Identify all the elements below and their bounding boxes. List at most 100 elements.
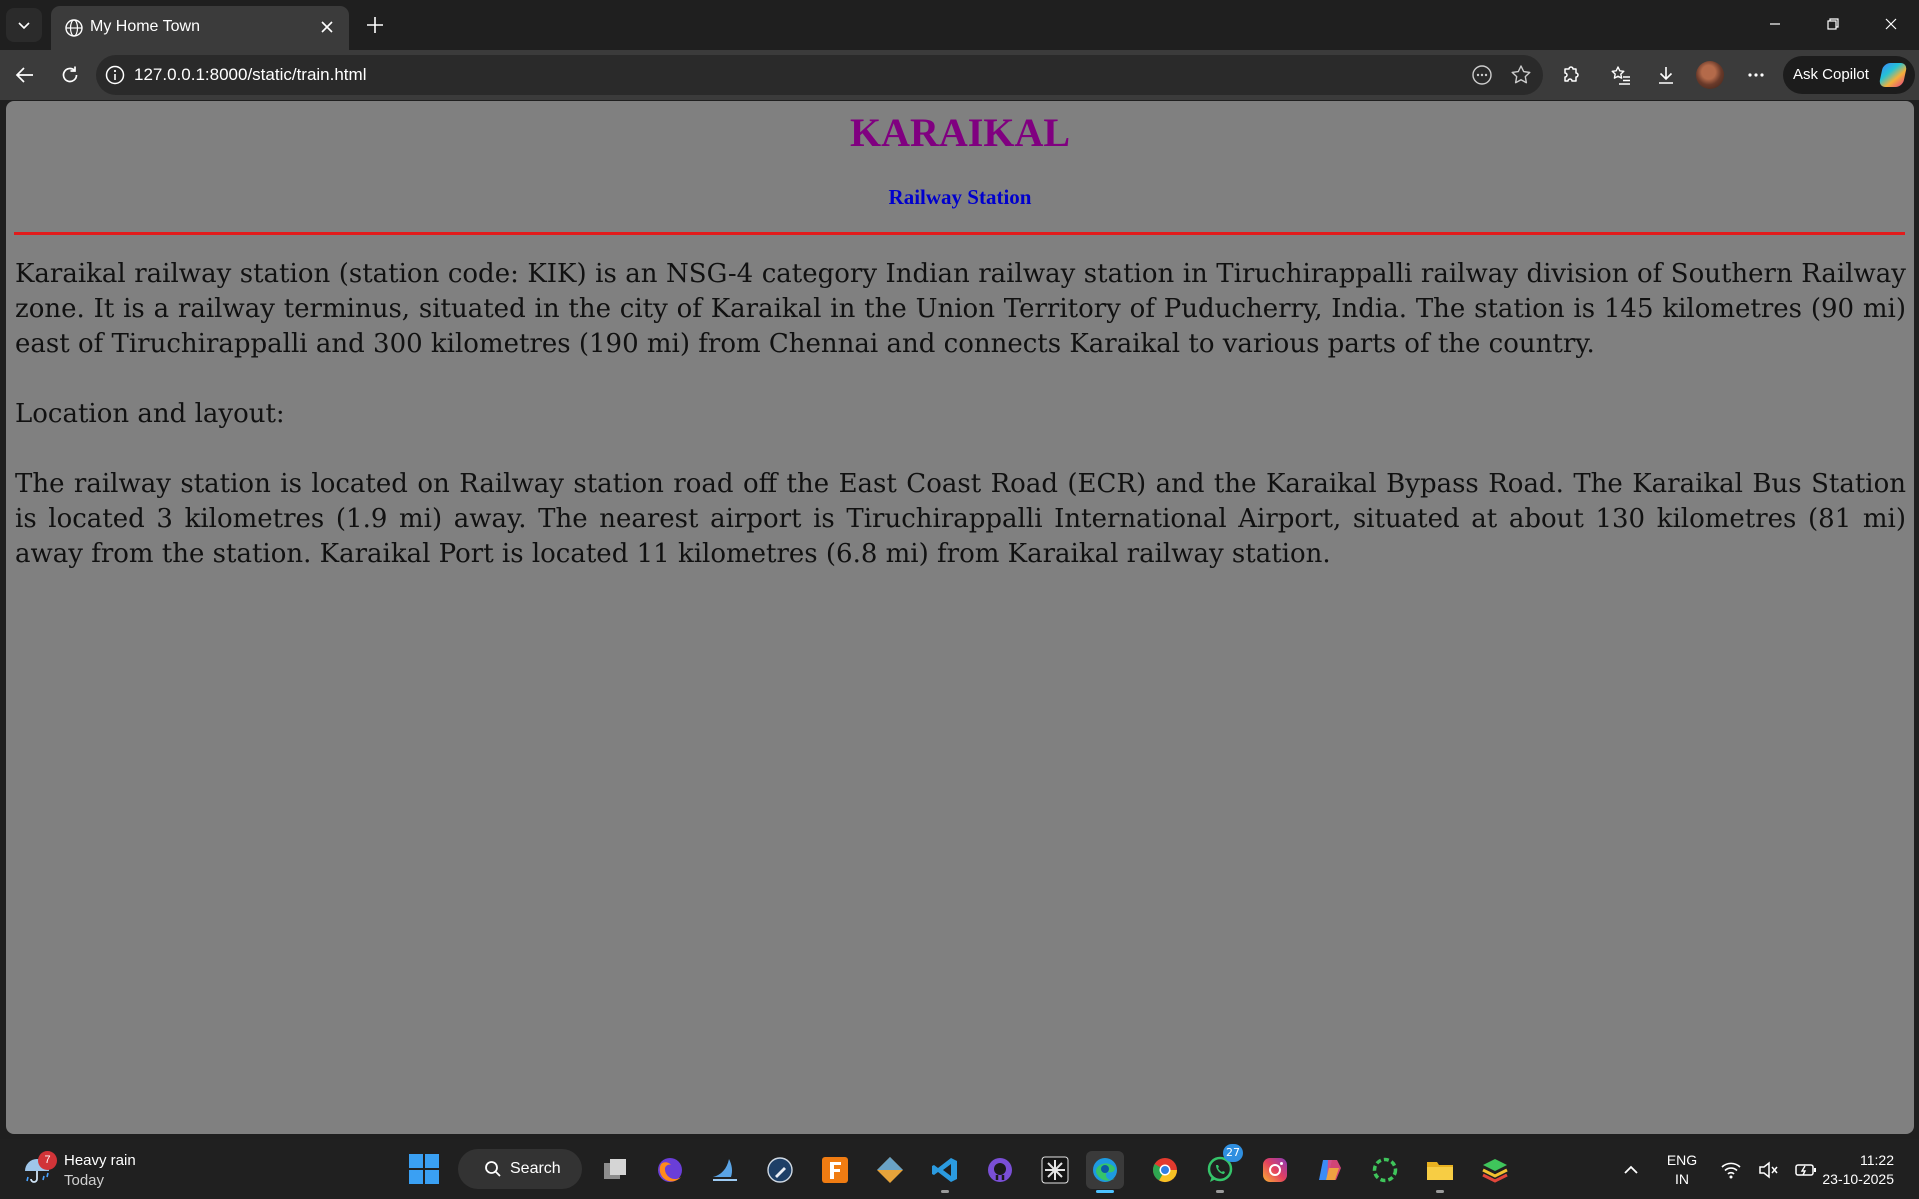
wifi-icon bbox=[1721, 1162, 1741, 1179]
download-icon bbox=[1659, 67, 1673, 84]
taskbar-app-github-desktop[interactable] bbox=[981, 1151, 1019, 1189]
taskbar-app-whatsapp[interactable]: 27 bbox=[1201, 1144, 1243, 1193]
language-code: ENG bbox=[1666, 1152, 1698, 1168]
more-options-button[interactable] bbox=[1739, 58, 1773, 92]
active-indicator bbox=[1096, 1190, 1114, 1193]
taskbar-app-wireshark[interactable] bbox=[706, 1151, 744, 1189]
close-window-button[interactable] bbox=[1862, 0, 1919, 48]
grid-glyph-icon bbox=[1041, 1156, 1069, 1184]
windows-taskbar: 7 Heavy rain Today Search 27 ENG IN 11:2… bbox=[0, 1139, 1919, 1199]
page-viewport: KARAIKAL Railway Station Karaikal railwa… bbox=[6, 101, 1914, 1134]
pen-icon bbox=[767, 1157, 793, 1183]
location-paragraph: The railway station is located on Railwa… bbox=[15, 469, 1906, 569]
puzzle-piece-icon bbox=[1564, 66, 1579, 82]
tab-actions-button[interactable] bbox=[6, 8, 42, 42]
clock-date: 23-10-2025 bbox=[1822, 1171, 1894, 1187]
profile-avatar[interactable] bbox=[1696, 61, 1724, 89]
input-language-indicator[interactable]: ENG IN bbox=[1660, 1151, 1704, 1189]
downloads-button[interactable] bbox=[1649, 58, 1683, 92]
running-indicator bbox=[1216, 1190, 1224, 1193]
section-heading-location: Location and layout: bbox=[15, 399, 285, 429]
restore-button[interactable] bbox=[1804, 0, 1862, 48]
chevron-down-icon bbox=[18, 22, 30, 30]
chrome-icon bbox=[1152, 1158, 1177, 1183]
address-bar[interactable]: 127.0.0.1:8000/static/train.html bbox=[96, 55, 1543, 95]
favorites-button[interactable] bbox=[1604, 58, 1638, 92]
intro-paragraph: Karaikal railway station (station code: … bbox=[15, 259, 1906, 359]
taskbar-app-ring[interactable] bbox=[1366, 1151, 1404, 1189]
instagram-icon bbox=[1263, 1158, 1287, 1182]
reader-mode-icon[interactable] bbox=[1470, 63, 1494, 87]
tab-title: My Home Town bbox=[90, 18, 200, 35]
restore-icon bbox=[1827, 18, 1839, 30]
ask-copilot-label: Ask Copilot bbox=[1793, 66, 1869, 83]
weather-day: Today bbox=[64, 1172, 105, 1189]
taskbar-app-fusion-360[interactable] bbox=[816, 1151, 854, 1189]
tab-strip: My Home Town bbox=[0, 0, 1919, 50]
back-arrow-icon bbox=[15, 67, 33, 83]
taskbar-app-firefox[interactable] bbox=[651, 1151, 689, 1189]
layers-icon bbox=[1482, 1159, 1508, 1183]
ask-copilot-button[interactable]: Ask Copilot bbox=[1783, 56, 1915, 94]
folder-icon bbox=[1427, 1162, 1453, 1180]
close-icon bbox=[1885, 18, 1897, 30]
taskbar-app-instagram[interactable] bbox=[1256, 1151, 1294, 1189]
weather-condition: Heavy rain bbox=[64, 1152, 136, 1169]
taskbar-app-edge[interactable] bbox=[1086, 1151, 1124, 1193]
taskbar-app-git[interactable] bbox=[871, 1151, 909, 1189]
taskbar-app-utility[interactable] bbox=[1036, 1151, 1074, 1189]
start-button[interactable] bbox=[408, 1153, 440, 1190]
url-text[interactable]: 127.0.0.1:8000/static/train.html bbox=[134, 65, 366, 85]
ring-icon bbox=[1372, 1157, 1398, 1183]
running-indicator bbox=[1436, 1190, 1444, 1193]
refresh-icon bbox=[62, 66, 78, 83]
favorites-list-icon bbox=[1611, 66, 1630, 85]
browser-toolbar: 127.0.0.1:8000/static/train.html Ask Cop… bbox=[0, 50, 1919, 100]
chevron-up-icon bbox=[1624, 1165, 1638, 1174]
ellipsis-icon bbox=[1748, 73, 1764, 77]
system-clock[interactable]: 11:22 23-10-2025 bbox=[1808, 1151, 1894, 1189]
horizontal-rule bbox=[14, 232, 1905, 235]
task-view-icon bbox=[604, 1159, 626, 1179]
weather-widget[interactable]: 7 Heavy rain Today bbox=[22, 1151, 162, 1191]
extensions-button[interactable] bbox=[1554, 58, 1588, 92]
new-tab-button[interactable] bbox=[360, 11, 390, 39]
copilot-icon bbox=[1319, 1160, 1341, 1180]
speaker-muted-icon bbox=[1759, 1161, 1778, 1179]
plus-icon bbox=[367, 17, 383, 33]
clock-time: 11:22 bbox=[1860, 1152, 1894, 1168]
firefox-icon bbox=[658, 1158, 682, 1182]
back-button[interactable] bbox=[8, 58, 42, 92]
close-tab-icon[interactable] bbox=[317, 17, 337, 37]
weather-alert-badge: 7 bbox=[38, 1151, 57, 1170]
minimize-button[interactable] bbox=[1746, 0, 1804, 48]
globe-icon bbox=[65, 19, 83, 37]
github-icon bbox=[988, 1158, 1012, 1182]
f360-icon bbox=[822, 1157, 848, 1183]
language-region: IN bbox=[1675, 1171, 1689, 1187]
favorite-star-icon[interactable] bbox=[1509, 63, 1533, 87]
whatsapp-unread-count: 27 bbox=[1223, 1144, 1243, 1162]
taskbar-app-task-view[interactable] bbox=[596, 1151, 634, 1189]
git-diamond-icon bbox=[877, 1157, 903, 1183]
windows-logo-icon bbox=[409, 1154, 439, 1184]
taskbar-app-vscode[interactable] bbox=[926, 1151, 964, 1193]
taskbar-app-inkscape[interactable] bbox=[761, 1151, 799, 1189]
shark-fin-icon bbox=[713, 1159, 737, 1181]
show-hidden-icons-button[interactable] bbox=[1612, 1151, 1650, 1189]
taskbar-app-stack[interactable] bbox=[1476, 1151, 1514, 1189]
taskbar-app-file-explorer[interactable] bbox=[1421, 1151, 1459, 1193]
search-label: Search bbox=[510, 1160, 561, 1177]
taskbar-search[interactable]: Search bbox=[458, 1149, 582, 1189]
refresh-button[interactable] bbox=[53, 58, 87, 92]
taskbar-app-chrome[interactable] bbox=[1146, 1151, 1184, 1189]
page-title: KARAIKAL bbox=[849, 110, 1071, 155]
tab-my-home-town[interactable]: My Home Town bbox=[51, 6, 349, 50]
taskbar-app-copilot[interactable] bbox=[1311, 1151, 1349, 1189]
vscode-icon bbox=[932, 1158, 957, 1182]
edge-icon bbox=[1093, 1158, 1117, 1182]
running-indicator bbox=[941, 1190, 949, 1193]
minimize-icon bbox=[1770, 23, 1780, 25]
page-subtitle: Railway Station bbox=[888, 185, 1032, 209]
site-info-icon[interactable] bbox=[104, 64, 126, 86]
